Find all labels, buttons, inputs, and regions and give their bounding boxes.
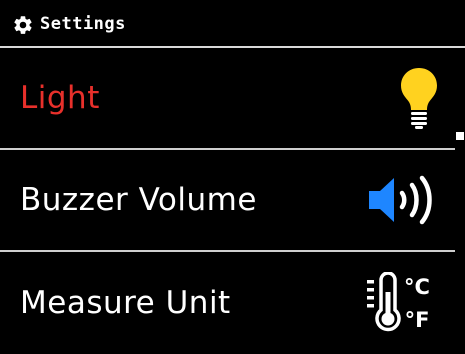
menu-item-label: Buzzer Volume: [20, 182, 257, 218]
menu-item-light[interactable]: Light: [0, 48, 455, 150]
scrollbar[interactable]: [455, 48, 465, 352]
gear-icon: [14, 16, 32, 34]
thermometer-unit-icon: °C °F: [367, 272, 430, 332]
page-title: Settings: [40, 14, 126, 34]
speaker-volume-icon: [369, 175, 432, 225]
header-bar: Settings: [0, 0, 465, 48]
lightbulb-icon: [401, 68, 437, 129]
menu-item-label: Light: [20, 80, 100, 116]
scroll-thumb[interactable]: [456, 132, 464, 140]
settings-menu: Light Buzzer Volume Measure Unit °C °F: [0, 48, 455, 354]
celsius-text: °C: [404, 275, 430, 299]
menu-item-label: Measure Unit: [20, 285, 231, 321]
menu-item-measure-unit[interactable]: Measure Unit °C °F: [0, 252, 455, 354]
menu-item-buzzer-volume[interactable]: Buzzer Volume: [0, 150, 455, 252]
fahrenheit-text: °F: [405, 308, 430, 332]
